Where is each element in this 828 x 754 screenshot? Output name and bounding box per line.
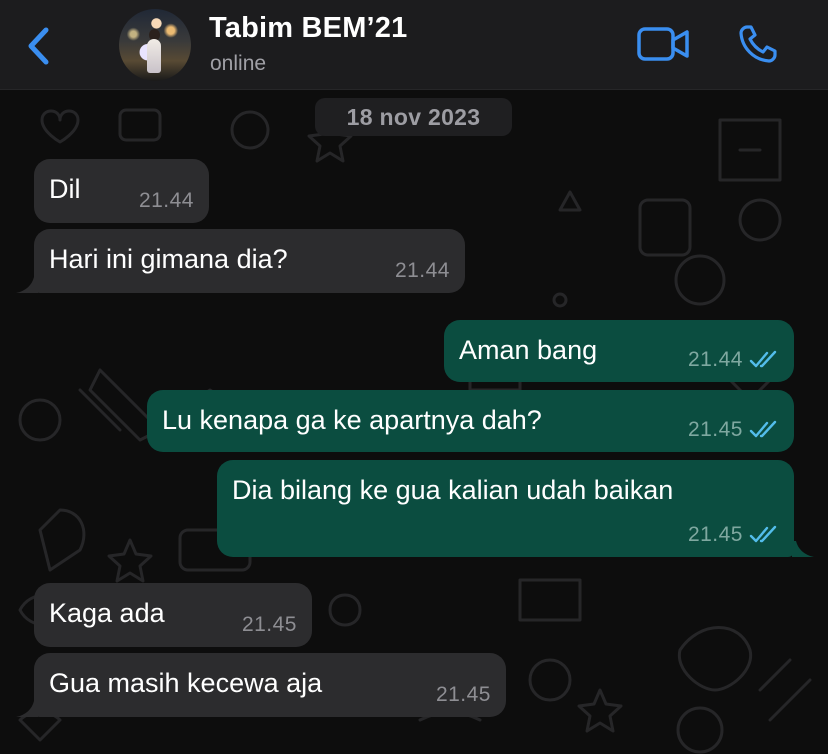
phone-icon: [739, 25, 777, 63]
message-time: 21.45: [687, 418, 743, 441]
message-text: Lu kenapa ga ke apartnya dah?: [162, 405, 542, 435]
contact-avatar[interactable]: [119, 9, 191, 81]
message-bubble-incoming[interactable]: Hari ini gimana dia? 21.44: [34, 229, 465, 293]
message-text: Aman bang: [459, 335, 598, 365]
message-meta: 21.45: [436, 683, 491, 707]
message-bubble-outgoing[interactable]: Dia bilang ke gua kalian udah baikan 21.…: [217, 460, 794, 557]
message-bubble-outgoing[interactable]: Aman bang 21.44: [444, 320, 794, 382]
message-time: 21.44: [394, 259, 450, 282]
message-bubble-incoming[interactable]: Gua masih kecewa aja 21.45: [34, 653, 506, 717]
message-bubble-incoming[interactable]: Dil 21.44: [34, 159, 209, 223]
message-meta: 21.45: [688, 523, 779, 547]
message-text: Gua masih kecewa aja: [49, 668, 323, 698]
contact-status: online: [210, 52, 267, 75]
double-check-icon: [749, 525, 777, 543]
message-time: 21.45: [435, 683, 491, 706]
message-bubble-incoming[interactable]: Kaga ada 21.45: [34, 583, 312, 647]
bubble-tail: [16, 277, 38, 293]
message-time: 21.44: [138, 189, 194, 212]
chevron-left-icon: [28, 27, 49, 65]
message-meta: 21.45: [688, 418, 779, 442]
double-check-icon: [749, 420, 777, 438]
message-meta: 21.44: [395, 259, 450, 283]
video-camera-icon: [637, 27, 689, 61]
message-time: 21.44: [687, 348, 743, 371]
message-time: 21.45: [241, 613, 297, 636]
contact-name[interactable]: Tabim BEM’21: [209, 12, 407, 45]
voice-call-button[interactable]: [736, 22, 780, 66]
bubble-tail: [792, 541, 814, 557]
date-separator: 18 nov 2023: [315, 98, 512, 136]
video-call-button[interactable]: [636, 24, 692, 64]
back-button[interactable]: [22, 24, 56, 68]
message-meta: 21.44: [688, 348, 779, 372]
message-text: Kaga ada: [49, 598, 165, 628]
avatar-photo-figure: [147, 39, 161, 73]
message-bubble-outgoing[interactable]: Lu kenapa ga ke apartnya dah? 21.45: [147, 390, 794, 452]
message-meta: 21.44: [139, 189, 194, 213]
message-text: Dia bilang ke gua kalian udah baikan: [232, 475, 674, 505]
message-meta: 21.45: [242, 613, 297, 637]
message-text: Hari ini gimana dia?: [49, 244, 288, 274]
message-text: Dil: [49, 174, 81, 204]
bubble-tail: [16, 701, 38, 717]
message-time: 21.45: [687, 523, 743, 546]
chat-header: Tabim BEM’21 online: [0, 0, 828, 90]
double-check-icon: [749, 350, 777, 368]
